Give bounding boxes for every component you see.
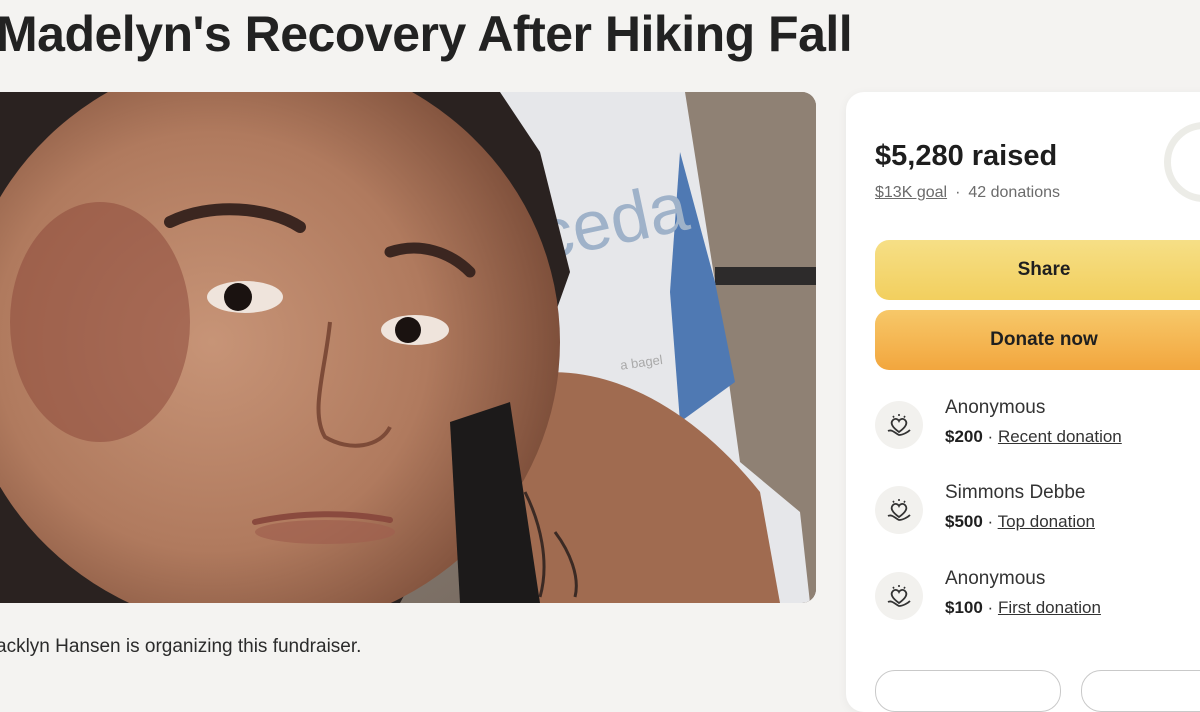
meta-separator: · <box>955 184 961 201</box>
first-donation-link[interactable]: First donation <box>998 598 1101 617</box>
organizer-text: acklyn Hansen is organizing this fundrai… <box>0 636 362 657</box>
donations-count: 42 donations <box>968 184 1061 201</box>
donation-separator: · <box>982 512 998 531</box>
campaign-photo-image: ceda a bagel <box>0 92 816 603</box>
donor-name: Anonymous <box>945 397 1046 418</box>
heart-hand-icon <box>875 572 923 620</box>
donor-name: Simmons Debbe <box>945 482 1086 503</box>
see-top-button[interactable] <box>1081 670 1200 712</box>
donation-amount: $200 <box>945 427 983 446</box>
donate-now-button[interactable]: Donate now <box>875 310 1200 370</box>
share-button[interactable]: Share <box>875 240 1200 300</box>
donation-amount: $500 <box>945 512 983 531</box>
progress-ring <box>1164 122 1200 202</box>
goal-link[interactable]: $13K goal <box>875 184 947 201</box>
donation-card: $5,280 raised $13K goal · 42 donations Sha… <box>846 92 1200 712</box>
donation-item: Anonymous $200 · Recent donation <box>875 395 1200 455</box>
page-title: Madelyn's Recovery After Hiking Fall <box>0 6 853 62</box>
donation-item: Anonymous $100 · First donation <box>875 566 1200 626</box>
donor-name: Anonymous <box>945 568 1046 589</box>
heart-hand-icon <box>875 401 923 449</box>
recent-donation-link[interactable]: Recent donation <box>998 427 1122 446</box>
heart-hand-icon <box>875 486 923 534</box>
donation-item: Simmons Debbe $500 · Top donation <box>875 480 1200 540</box>
campaign-photo: ceda a bagel <box>0 92 816 603</box>
goal-meta: $13K goal · 42 donations <box>875 184 1060 202</box>
top-donation-link[interactable]: Top donation <box>998 512 1095 531</box>
donation-separator: · <box>982 427 998 446</box>
donation-separator: · <box>982 598 998 617</box>
see-all-button[interactable] <box>875 670 1061 712</box>
amount-raised: $5,280 raised <box>875 140 1058 172</box>
donation-amount: $100 <box>945 598 983 617</box>
